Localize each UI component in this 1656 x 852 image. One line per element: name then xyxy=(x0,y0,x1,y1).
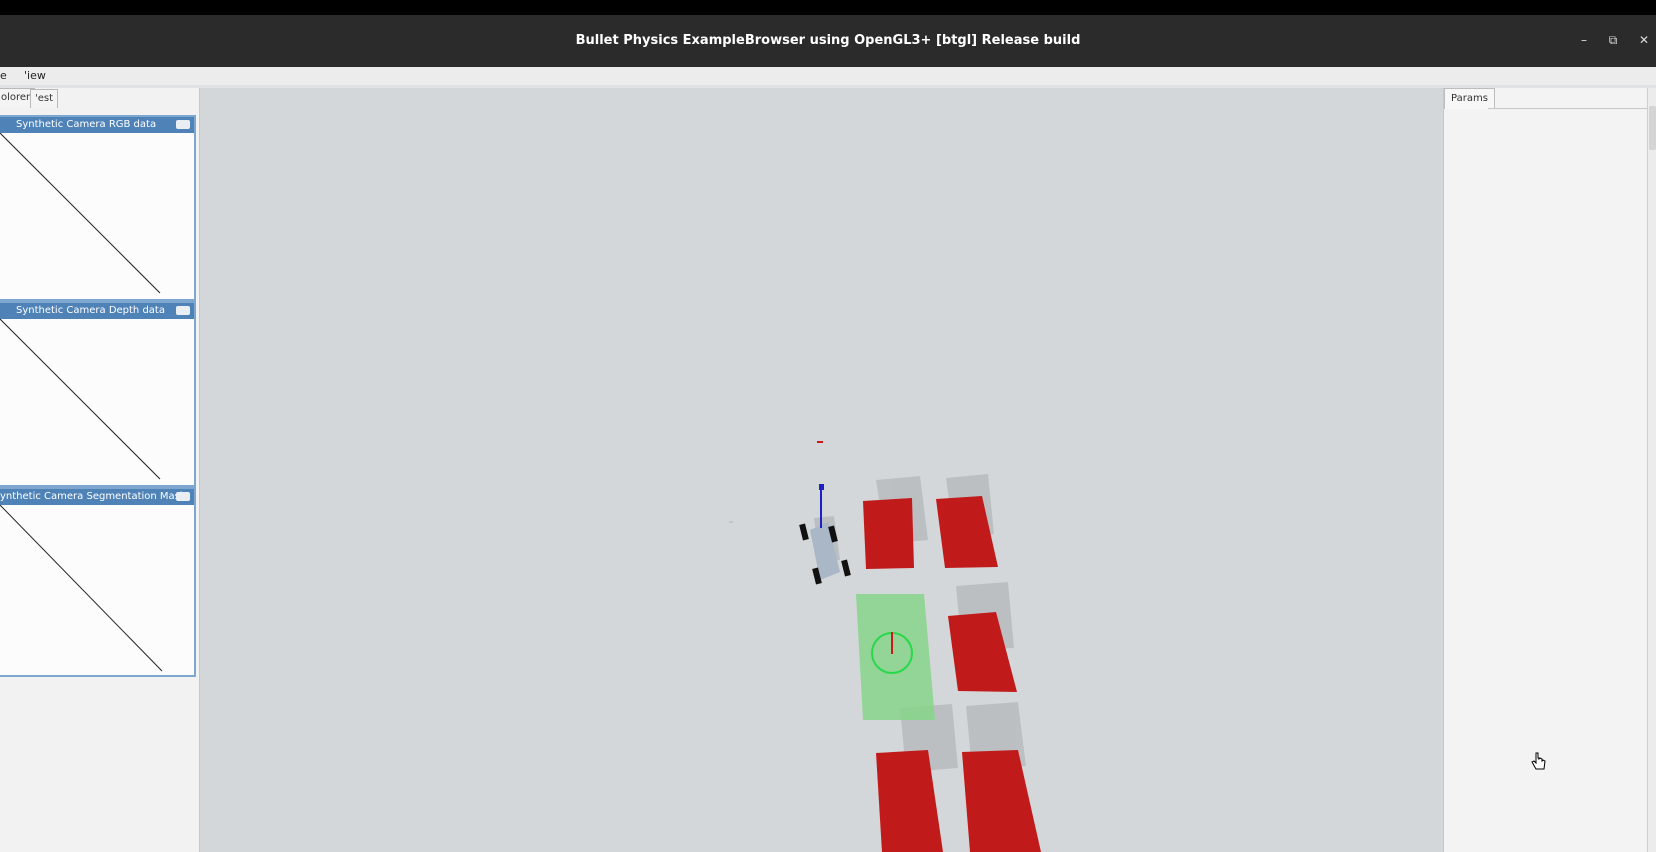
tab-divider xyxy=(1488,108,1656,109)
minimize-icon[interactable] xyxy=(176,306,190,315)
close-button[interactable]: ✕ xyxy=(1634,30,1654,50)
rgb-data-window[interactable]: Synthetic Camera RGB data xyxy=(0,115,196,301)
green-target-zone xyxy=(856,594,935,720)
hand-cursor-icon xyxy=(1531,752,1546,770)
restore-button[interactable]: ⧉ xyxy=(1603,30,1623,50)
params-panel: Params xyxy=(1443,88,1656,852)
menu-view[interactable]: 'iew xyxy=(24,69,46,82)
window-title: Bullet Physics ExampleBrowser using Open… xyxy=(575,33,1081,48)
menu-file[interactable]: e xyxy=(0,69,7,82)
red-box-1 xyxy=(863,498,914,569)
segmentation-placeholder-icon xyxy=(0,505,163,672)
depth-data-header[interactable]: Synthetic Camera Depth data xyxy=(0,303,194,319)
robot-car xyxy=(799,484,851,585)
segmentation-mask-window[interactable]: ynthetic Camera Segmentation Mask xyxy=(0,487,196,677)
tab-test[interactable]: 'est xyxy=(30,89,59,108)
minimize-icon[interactable] xyxy=(176,492,190,501)
depth-data-window[interactable]: Synthetic Camera Depth data xyxy=(0,301,196,487)
segmentation-mask-header[interactable]: ynthetic Camera Segmentation Mask xyxy=(0,489,194,505)
minimize-icon[interactable] xyxy=(176,120,190,129)
title-bar: Bullet Physics ExampleBrowser using Open… xyxy=(0,15,1656,67)
segmentation-mask-title: ynthetic Camera Segmentation Mask xyxy=(0,491,186,502)
depth-data-title: Synthetic Camera Depth data xyxy=(16,305,165,316)
params-scrollbar[interactable] xyxy=(1647,88,1656,852)
explorer-panel: olorer 'est Synthetic Camera RGB data Sy… xyxy=(0,88,200,852)
depth-placeholder-icon xyxy=(0,319,161,480)
rgb-data-title: Synthetic Camera RGB data xyxy=(16,119,157,130)
3d-viewport[interactable] xyxy=(200,88,1443,852)
rgb-placeholder-icon xyxy=(0,133,161,294)
menu-bar: e 'iew xyxy=(0,67,1656,85)
minimize-button[interactable]: – xyxy=(1574,30,1594,50)
tab-params[interactable]: Params xyxy=(1444,88,1495,109)
red-box-5 xyxy=(962,750,1041,852)
scene-render xyxy=(729,441,1041,852)
scrollbar-thumb[interactable] xyxy=(1649,106,1656,150)
rgb-data-header[interactable]: Synthetic Camera RGB data xyxy=(0,117,194,133)
